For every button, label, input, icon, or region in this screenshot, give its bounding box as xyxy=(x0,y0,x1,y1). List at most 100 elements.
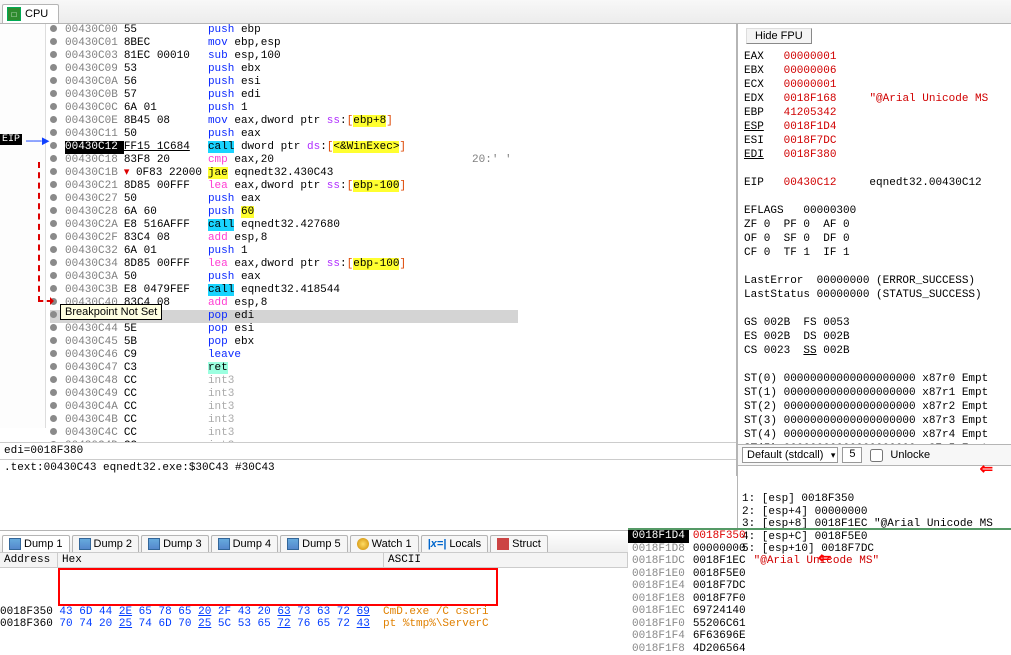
jump-trace xyxy=(38,162,52,302)
breakpoint-dot-icon[interactable] xyxy=(50,129,57,136)
breakpoint-dot-icon[interactable] xyxy=(50,25,57,32)
unlock-checkbox[interactable] xyxy=(870,449,883,462)
disasm-row[interactable]: 00430C0953push ebx xyxy=(50,63,518,76)
breakpoint-dot-icon[interactable] xyxy=(50,428,57,435)
breakpoint-dot-icon[interactable] xyxy=(50,116,57,123)
disasm-row[interactable]: 00430C018BECmov ebp,esp xyxy=(50,37,518,50)
col-ascii[interactable]: ASCII xyxy=(384,553,628,567)
disasm-row[interactable]: 00430C455Bpop ebx xyxy=(50,336,518,349)
register-line: ESI 0018F7DC xyxy=(744,134,1005,148)
stack-row[interactable]: 0018F1EC69724140 xyxy=(628,605,883,618)
tab-watch-1[interactable]: Watch 1 xyxy=(350,535,419,552)
dump-row[interactable]: 0018F350 43 6D 44 2E 65 78 65 20 2F 43 2… xyxy=(0,606,628,619)
tab-dump-2[interactable]: Dump 2 xyxy=(72,535,140,552)
disasm-row[interactable]: 00430C1883F8 20cmp eax,2020:' ' xyxy=(50,154,518,167)
stack-row[interactable]: 0018F1E40018F7DC xyxy=(628,580,883,593)
disasm-row[interactable]: 00430C3A50push eax xyxy=(50,271,518,284)
disasm-row[interactable]: 00430C0381EC 00010sub esp,100 xyxy=(50,50,518,63)
disasm-row[interactable]: 00430C0055push ebp xyxy=(50,24,518,37)
breakpoint-dot-icon[interactable] xyxy=(50,64,57,71)
disasm-row[interactable]: 00430C4BCCint3 xyxy=(50,414,518,427)
breakpoint-dot-icon[interactable] xyxy=(50,376,57,383)
breakpoint-dot-icon[interactable] xyxy=(50,311,57,318)
col-address[interactable]: Address xyxy=(0,553,58,567)
breakpoint-dot-icon[interactable] xyxy=(50,77,57,84)
breakpoint-dot-icon[interactable] xyxy=(50,415,57,422)
breakpoint-dot-icon[interactable] xyxy=(50,51,57,58)
breakpoint-dot-icon[interactable] xyxy=(50,142,57,149)
disasm-row[interactable]: 00430C47C3ret xyxy=(50,362,518,375)
breakpoint-dot-icon[interactable] xyxy=(50,441,57,442)
stack-row[interactable]: 0018F1D40018F350 xyxy=(628,530,883,543)
watch-icon xyxy=(357,538,369,550)
col-hex[interactable]: Hex xyxy=(58,553,384,567)
disasm-row[interactable]: 00430C326A 01push 1 xyxy=(50,245,518,258)
stack-row[interactable]: 0018F1E00018F5E0 xyxy=(628,568,883,581)
disasm-row[interactable]: 00430C2AE8 516AFFFcall eqnedt32.427680 xyxy=(50,219,518,232)
tab-struct[interactable]: Struct xyxy=(490,535,548,552)
disasm-row[interactable]: 00430C348D85 00FFFlea eax,dword ptr ss:[… xyxy=(50,258,518,271)
dump-row[interactable]: 0018F360 70 74 20 25 74 6D 70 25 5C 53 6… xyxy=(0,618,628,630)
breakpoint-dot-icon[interactable] xyxy=(50,337,57,344)
breakpoint-dot-icon[interactable] xyxy=(50,90,57,97)
stack-row[interactable]: 0018F1F055206C61 xyxy=(628,618,883,631)
tab-cpu[interactable]: □ CPU xyxy=(2,4,59,23)
disasm-row[interactable]: 00430C0C6A 01push 1 xyxy=(50,102,518,115)
breakpoint-dot-icon[interactable] xyxy=(50,350,57,357)
disasm-row[interactable]: 00430C1150push eax xyxy=(50,128,518,141)
breakpoint-dot-icon[interactable] xyxy=(50,103,57,110)
disasm-row[interactable]: 00430C2F83C4 08add esp,8 xyxy=(50,232,518,245)
tab-dump-5[interactable]: Dump 5 xyxy=(280,535,348,552)
disasm-row[interactable]: 00430C218D85 00FFFlea eax,dword ptr ss:[… xyxy=(50,180,518,193)
tab-dump-3[interactable]: Dump 3 xyxy=(141,535,209,552)
disasm-row[interactable]: 00430C0B57push edi xyxy=(50,89,518,102)
dump-icon xyxy=(148,538,160,550)
cpu-icon: □ xyxy=(7,7,21,21)
stack-row[interactable]: 0018F1F46F63696E xyxy=(628,630,883,643)
register-line: CS 0023 SS 002B xyxy=(744,344,1005,358)
disasm-row[interactable]: 00430C4ACCint3 xyxy=(50,401,518,414)
operand-info: edi=0018F380 xyxy=(0,442,736,459)
calling-convention-combo[interactable]: Default (stdcall) xyxy=(742,447,838,463)
tab-label: Dump 3 xyxy=(163,538,202,550)
stack-row[interactable]: 0018F1D800000000 xyxy=(628,543,883,556)
disasm-row[interactable]: 00430C1B▾ 0F83 22000jae eqnedt32.430C43 xyxy=(50,167,518,180)
disasm-row[interactable]: 00430C445Epop esi xyxy=(50,323,518,336)
tab-dump-4[interactable]: Dump 4 xyxy=(211,535,279,552)
disasm-row[interactable]: 00430C48CCint3 xyxy=(50,375,518,388)
disasm-row[interactable]: 00430C0E8B45 08mov eax,dword ptr ss:[ebp… xyxy=(50,115,518,128)
breakpoint-dot-icon[interactable] xyxy=(50,324,57,331)
stack-view[interactable]: 0018F1D40018F3500018F1D8000000000018F1DC… xyxy=(628,528,1011,630)
disasm-row[interactable]: 00430C2750push eax xyxy=(50,193,518,206)
register-line: LastStatus 00000000 (STATUS_SUCCESS) xyxy=(744,288,1005,302)
disasm-row[interactable]: 00430C12FF15 1C684call dword ptr ds:[<&W… xyxy=(50,141,518,154)
breakpoint-dot-icon[interactable] xyxy=(50,155,57,162)
disasm-row[interactable]: 00430C286A 60push 60 xyxy=(50,206,518,219)
disasm-row[interactable]: 00430C4DCCint3 xyxy=(50,440,518,442)
disasm-row[interactable]: 00430C4CCCint3 xyxy=(50,427,518,440)
tab-locals[interactable]: |x=|Locals xyxy=(421,535,489,552)
arg-count-spin[interactable]: 5 xyxy=(842,447,862,463)
disasm-row[interactable]: 00430C3BE8 0479FEFcall eqnedt32.418544 xyxy=(50,284,518,297)
register-line: EBX 00000006 xyxy=(744,64,1005,78)
disasm-row[interactable]: 00430C46C9leave xyxy=(50,349,518,362)
stack-row[interactable]: 0018F1DC0018F1EC"@Arial Unicode MS" xyxy=(628,555,883,568)
dump-icon xyxy=(9,538,21,550)
breakpoint-dot-icon[interactable] xyxy=(50,363,57,370)
disassembly-view[interactable]: EIP ──► 00430C0055push ebp00430C018BECmo… xyxy=(0,24,736,442)
dump-view[interactable]: Address Hex ASCII 0018F350 43 6D 44 2E 6… xyxy=(0,552,628,630)
disasm-row[interactable]: 00430C0A56push esi xyxy=(50,76,518,89)
tab-label: Locals xyxy=(449,538,481,550)
breakpoint-dot-icon[interactable] xyxy=(50,38,57,45)
breakpoint-dot-icon[interactable] xyxy=(50,402,57,409)
tab-dump-1[interactable]: Dump 1 xyxy=(2,535,70,552)
stack-row[interactable]: 0018F1E80018F7F0 xyxy=(628,593,883,606)
breakpoint-dot-icon[interactable] xyxy=(50,389,57,396)
eip-marker: EIP xyxy=(0,134,22,145)
stack-row[interactable]: 0018F1F84D206564 xyxy=(628,643,883,655)
registers-view[interactable]: Hide FPU EAX 00000001EBX 00000006ECX 000… xyxy=(737,24,1011,444)
hide-fpu-button[interactable]: Hide FPU xyxy=(746,28,812,44)
tab-label: Dump 1 xyxy=(24,538,63,550)
register-line: EFLAGS 00000300 xyxy=(744,204,1005,218)
disasm-row[interactable]: 00430C49CCint3 xyxy=(50,388,518,401)
